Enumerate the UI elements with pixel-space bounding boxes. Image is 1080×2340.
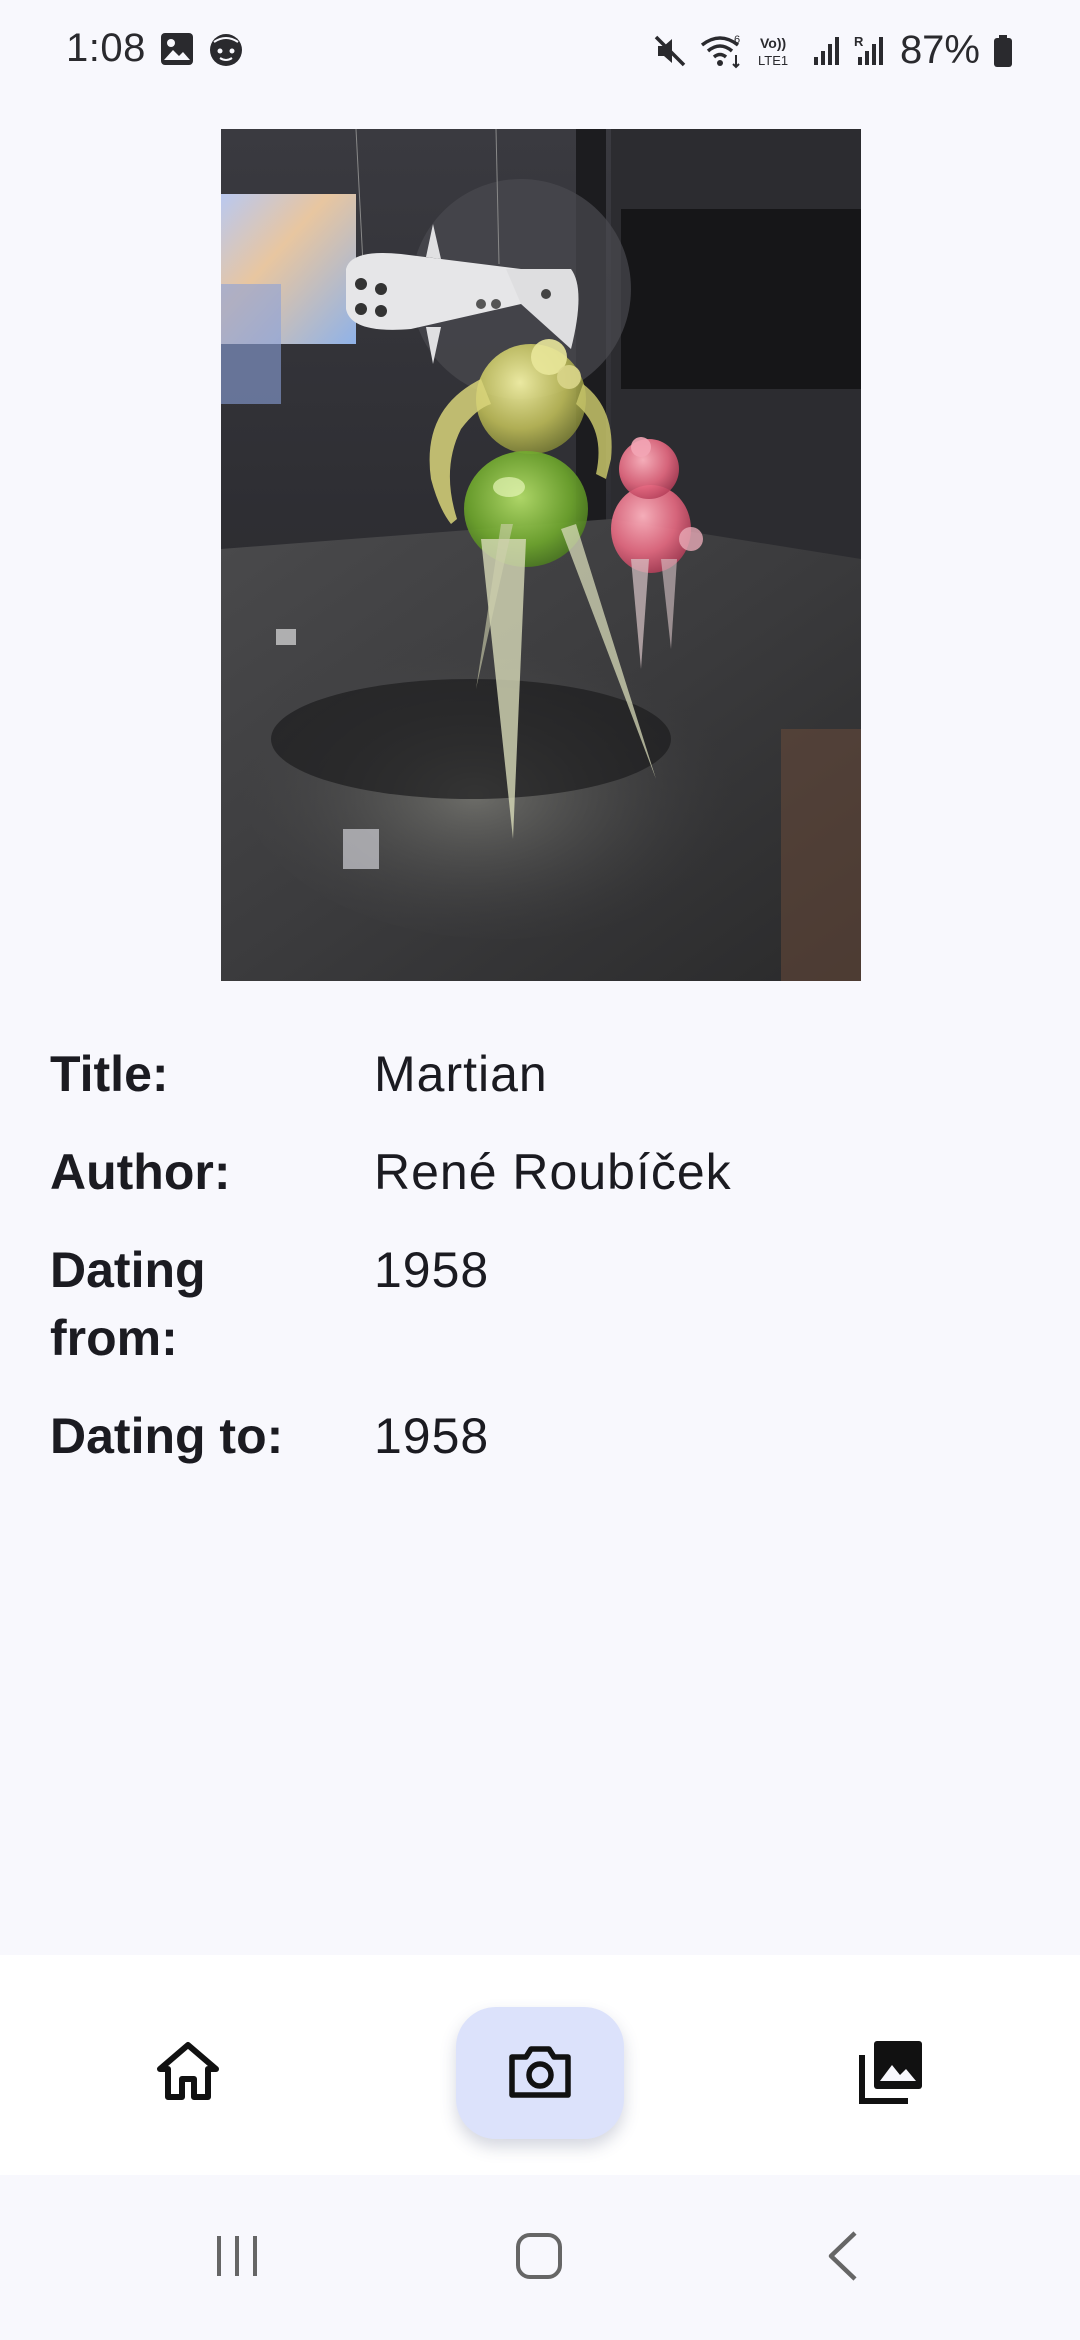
- svg-text:LTE1: LTE1: [758, 53, 788, 68]
- nav-camera-button[interactable]: [456, 2007, 624, 2139]
- dating-to-value: 1958: [374, 1408, 490, 1464]
- nav-gallery-button[interactable]: [808, 2007, 976, 2139]
- nav-home-button[interactable]: [104, 2007, 272, 2139]
- svg-text:6: 6: [734, 34, 740, 46]
- system-home-button[interactable]: [489, 2215, 589, 2301]
- title-value: Martian: [374, 1046, 548, 1102]
- dating-from-label: Dating from:: [50, 1242, 206, 1366]
- back-icon: [823, 2229, 863, 2288]
- detail-row-author: Author: René Roubíček: [50, 1138, 1030, 1206]
- recents-button[interactable]: [187, 2215, 287, 2301]
- title-label: Title:: [50, 1046, 169, 1102]
- battery-percent: 87%: [899, 28, 980, 72]
- author-label: Author:: [50, 1144, 231, 1200]
- camera-icon: [508, 2043, 572, 2104]
- artwork-details: Title: Martian Author: René Roubíček Dat…: [50, 1040, 1030, 1500]
- dating-to-label: Dating to:: [50, 1408, 284, 1464]
- author-value: René Roubíček: [374, 1144, 732, 1200]
- home-button-icon: [514, 2231, 564, 2286]
- detail-row-dating-to: Dating to: 1958: [50, 1402, 1030, 1470]
- bottom-navigation: [0, 1955, 1080, 2175]
- back-button[interactable]: [793, 2215, 893, 2301]
- home-icon: [154, 2039, 222, 2108]
- wifi-icon: 6: [700, 33, 744, 69]
- dating-from-value: 1958: [374, 1242, 490, 1298]
- detail-row-title: Title: Martian: [50, 1040, 1030, 1108]
- svg-text:R: R: [854, 34, 864, 49]
- svg-text:Vo)): Vo)): [760, 35, 786, 51]
- battery-icon: [992, 33, 1014, 69]
- status-bar: 1:08 6 Vo)) LTE1 R 87%: [0, 0, 1080, 104]
- status-time: 1:08: [66, 26, 146, 70]
- mute-icon: [652, 33, 688, 69]
- artwork-photo[interactable]: [221, 129, 861, 981]
- image-notification-icon: [160, 32, 194, 68]
- detail-row-dating-from: Dating from: 1958: [50, 1236, 1030, 1372]
- face-notification-icon: [208, 32, 244, 68]
- signal-icon: [812, 33, 842, 69]
- recents-icon: [212, 2231, 262, 2286]
- signal-roaming-icon: R: [854, 33, 888, 69]
- volte-icon: Vo)) LTE1: [756, 33, 800, 69]
- gallery-icon: [858, 2037, 926, 2110]
- system-navigation-bar: [0, 2175, 1080, 2340]
